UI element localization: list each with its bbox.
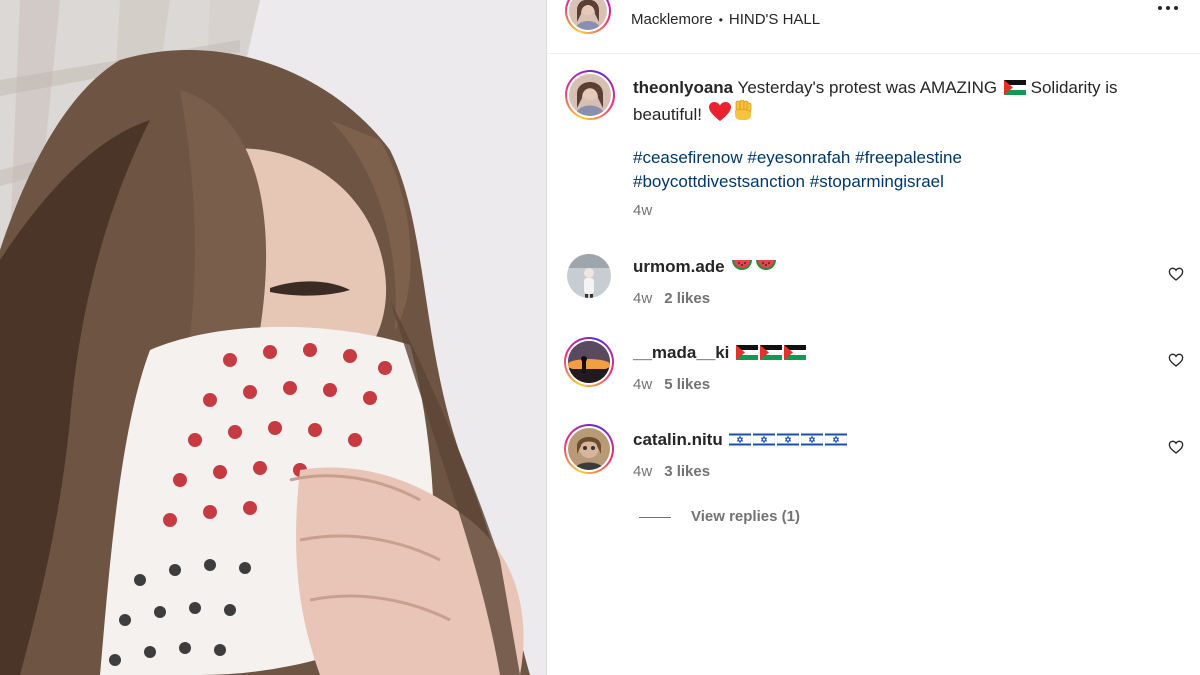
comment-item: catalin.nitu 4w 3 likes — [547, 424, 1200, 499]
hashtag-link[interactable]: #boycottdivestsanction — [633, 172, 805, 191]
comment-item: urmom.ade 4w 2 likes — [547, 254, 1200, 326]
caption-text: theonlyoana Yesterday's protest was AMAZ… — [633, 76, 1173, 127]
more-options-icon[interactable] — [1156, 0, 1184, 18]
comment-username[interactable]: __mada__ki — [633, 343, 729, 362]
view-replies-label[interactable]: View replies (1) — [691, 508, 800, 525]
audio-song[interactable]: HIND'S HALL — [729, 11, 820, 28]
audio-separator: • — [718, 13, 723, 27]
replies-line — [639, 516, 671, 518]
comment-username[interactable]: catalin.nitu — [633, 430, 723, 449]
raised-fist-icon — [734, 100, 752, 120]
view-replies-button[interactable]: View replies (1) — [639, 508, 800, 525]
watermelon-icon — [732, 260, 753, 270]
israel-flag-icon — [777, 432, 800, 447]
israel-flag-icon — [801, 432, 824, 447]
hashtag-link[interactable]: #freepalestine — [855, 148, 962, 167]
hashtag-link[interactable]: #eyesonrafah — [747, 148, 850, 167]
caption-timestamp[interactable]: 4w — [633, 202, 652, 219]
comment-timestamp[interactable]: 4w — [633, 290, 652, 307]
hashtag-link[interactable]: #stoparmingisrael — [810, 172, 944, 191]
comment-timestamp[interactable]: 4w — [633, 376, 652, 393]
comment-body: catalin.nitu — [633, 429, 848, 451]
comment-meta: 4w 5 likes — [633, 376, 710, 393]
commenter-avatar[interactable] — [567, 254, 611, 298]
author-avatar[interactable] — [565, 0, 611, 34]
comment-likes[interactable]: 5 likes — [664, 376, 710, 393]
comment-body: __mada__ki — [633, 342, 807, 364]
palestine-flag-icon — [1003, 80, 1026, 95]
israel-flag-icon — [753, 432, 776, 447]
comment-likes[interactable]: 3 likes — [664, 463, 710, 480]
comment-timestamp[interactable]: 4w — [633, 463, 652, 480]
post-details-panel: Macklemore • HIND'S HALL theonlyoana Yeste… — [547, 0, 1200, 675]
israel-flag-icon — [729, 432, 752, 447]
comment-meta: 4w 2 likes — [633, 290, 710, 307]
commenter-avatar[interactable] — [564, 337, 614, 387]
palestine-flag-icon — [784, 345, 807, 360]
audio-artist[interactable]: Macklemore — [631, 11, 713, 28]
comment-item: __mada__ki 4w 5 likes — [547, 337, 1200, 412]
post-header: Macklemore • HIND'S HALL — [547, 0, 1200, 54]
heart-outline-icon[interactable] — [1168, 439, 1184, 455]
caption-line-1: Yesterday's protest was AMAZING — [737, 78, 998, 97]
caption-username[interactable]: theonlyoana — [633, 78, 733, 97]
red-heart-icon — [708, 102, 731, 121]
post-media[interactable] — [0, 0, 546, 675]
comment-username[interactable]: urmom.ade — [633, 257, 725, 276]
comment-body: urmom.ade — [633, 256, 777, 278]
hashtag-link[interactable]: #ceasefirenow — [633, 148, 743, 167]
heart-outline-icon[interactable] — [1168, 266, 1184, 282]
israel-flag-icon — [825, 432, 848, 447]
palestine-flag-icon — [760, 345, 783, 360]
watermelon-icon — [756, 260, 777, 270]
post-photo — [0, 0, 546, 675]
commenter-avatar[interactable] — [564, 424, 614, 474]
comment-meta: 4w 3 likes — [633, 463, 710, 480]
palestine-flag-icon — [736, 345, 759, 360]
caption-hashtags: #ceasefirenow #eyesonrafah #freepalestin… — [633, 146, 1173, 194]
heart-outline-icon[interactable] — [1168, 352, 1184, 368]
comment-likes[interactable]: 2 likes — [664, 290, 710, 307]
audio-track[interactable]: Macklemore • HIND'S HALL — [631, 11, 820, 28]
caption-author-avatar[interactable] — [565, 70, 615, 120]
